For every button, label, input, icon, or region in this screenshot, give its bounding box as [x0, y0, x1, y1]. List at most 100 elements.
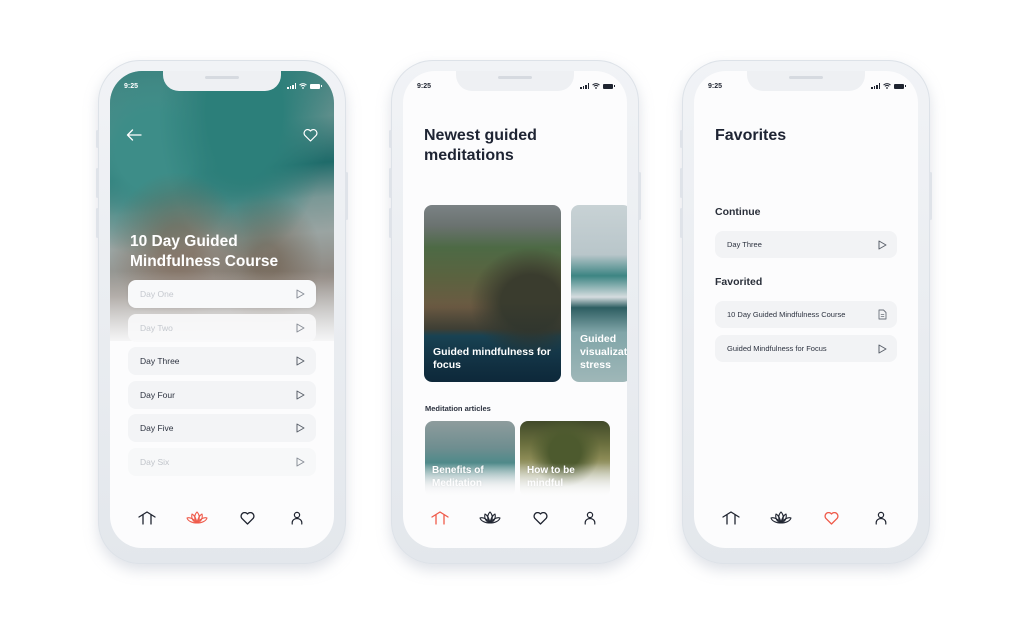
status-bar: 9:25 [694, 80, 918, 92]
document-icon[interactable] [878, 309, 887, 320]
back-arrow-icon[interactable] [126, 129, 142, 141]
phone-home: 9:25 Newest guided meditations Guided mi… [389, 60, 641, 564]
power-button [345, 172, 348, 220]
mute-switch [96, 130, 99, 148]
play-icon[interactable] [878, 240, 887, 250]
home-icon [431, 511, 449, 525]
tab-home[interactable] [427, 507, 453, 529]
play-icon[interactable] [296, 423, 305, 433]
power-button [638, 172, 641, 220]
heart-icon [239, 511, 255, 525]
volume-down-button [96, 208, 99, 238]
tab-bar [694, 506, 918, 530]
day-item[interactable]: Day One [128, 280, 316, 308]
signal-icon [871, 83, 880, 89]
card-label: Guided visualization stress [580, 333, 627, 371]
home-icon [722, 511, 740, 525]
lotus-icon [186, 511, 208, 524]
favorited-heading: Favorited [715, 276, 763, 288]
day-label: Day Two [140, 322, 173, 333]
day-label: Day One [140, 289, 174, 299]
continue-heading: Continue [715, 206, 761, 218]
day-item[interactable]: Day Two [128, 313, 316, 342]
tab-home[interactable] [718, 507, 744, 529]
battery-icon [603, 83, 615, 89]
tab-meditate[interactable] [184, 507, 210, 529]
volume-up-button [680, 168, 683, 198]
item-label: Day Three [727, 240, 762, 249]
mute-switch [389, 130, 392, 148]
heart-icon [532, 511, 548, 525]
day-label: Day Four [140, 389, 175, 400]
tab-home[interactable] [134, 507, 160, 529]
screen: 9:25 Favorites Continue Day Three Favori… [694, 71, 918, 548]
day-label: Day Six [140, 456, 170, 467]
play-icon[interactable] [296, 356, 305, 366]
play-icon[interactable] [296, 289, 305, 299]
tab-bar [403, 506, 627, 530]
play-icon[interactable] [296, 457, 305, 467]
play-icon[interactable] [296, 390, 305, 400]
item-label: 10 Day Guided Mindfulness Course [727, 310, 846, 319]
tab-meditate[interactable] [768, 507, 794, 529]
mute-switch [680, 130, 683, 148]
status-bar: 9:25 [110, 80, 334, 92]
tab-favorites[interactable] [234, 507, 260, 529]
course-title: 10 Day Guided Mindfulness Course [130, 233, 279, 270]
volume-down-button [680, 208, 683, 238]
day-item[interactable]: Day Three [128, 347, 316, 375]
tab-profile[interactable] [577, 507, 603, 529]
tab-favorites[interactable] [527, 507, 553, 529]
battery-icon [310, 83, 322, 89]
volume-up-button [96, 168, 99, 198]
status-time: 9:25 [124, 82, 139, 90]
battery-icon [894, 83, 906, 89]
home-icon [138, 511, 156, 525]
volume-down-button [389, 208, 392, 238]
favorited-item[interactable]: Guided Mindfulness for Focus [715, 335, 897, 362]
day-list: Day One Day Two Day Three Day Four Day F… [128, 280, 316, 481]
tab-profile[interactable] [868, 507, 894, 529]
wifi-icon [883, 83, 891, 89]
page-title: Favorites [715, 127, 787, 144]
play-icon[interactable] [878, 344, 887, 354]
item-label: Guided Mindfulness for Focus [727, 344, 827, 353]
day-item[interactable]: Day Six [128, 447, 316, 476]
favorited-item[interactable]: 10 Day Guided Mindfulness Course [715, 301, 897, 328]
tab-meditate[interactable] [477, 507, 503, 529]
play-icon[interactable] [296, 323, 305, 333]
lotus-icon [770, 511, 792, 524]
status-time: 9:25 [417, 82, 432, 90]
card-label: Guided mindfulness for focus [433, 346, 551, 371]
day-item[interactable]: Day Five [128, 414, 316, 442]
continue-item[interactable]: Day Three [715, 231, 897, 258]
wifi-icon [299, 83, 307, 89]
tab-profile[interactable] [284, 507, 310, 529]
articles-fade [403, 463, 627, 507]
profile-icon [291, 511, 303, 525]
section-label: Meditation articles [425, 404, 491, 413]
signal-icon [580, 83, 589, 89]
phone-course-detail: 9:25 10 Day Guided Mindfulness Course Da… [96, 60, 348, 564]
wifi-icon [592, 83, 600, 89]
tab-bar [110, 506, 334, 530]
profile-icon [584, 511, 596, 525]
screen: 9:25 10 Day Guided Mindfulness Course Da… [110, 71, 334, 548]
day-item[interactable]: Day Four [128, 380, 316, 409]
day-label: Day Five [140, 423, 174, 433]
day-label: Day Three [140, 356, 180, 366]
profile-icon [875, 511, 887, 525]
status-bar: 9:25 [403, 80, 627, 92]
heart-icon [823, 511, 839, 525]
volume-up-button [389, 168, 392, 198]
power-button [929, 172, 932, 220]
lotus-icon [479, 511, 501, 524]
meditation-card[interactable]: Guided visualization stress [571, 205, 627, 382]
screen: 9:25 Newest guided meditations Guided mi… [403, 71, 627, 548]
status-time: 9:25 [708, 82, 723, 90]
page-title: Newest guided meditations [424, 127, 537, 164]
tab-favorites[interactable] [818, 507, 844, 529]
signal-icon [287, 83, 296, 89]
heart-icon[interactable] [303, 129, 318, 142]
meditation-card[interactable]: Guided mindfulness for focus [424, 205, 561, 382]
